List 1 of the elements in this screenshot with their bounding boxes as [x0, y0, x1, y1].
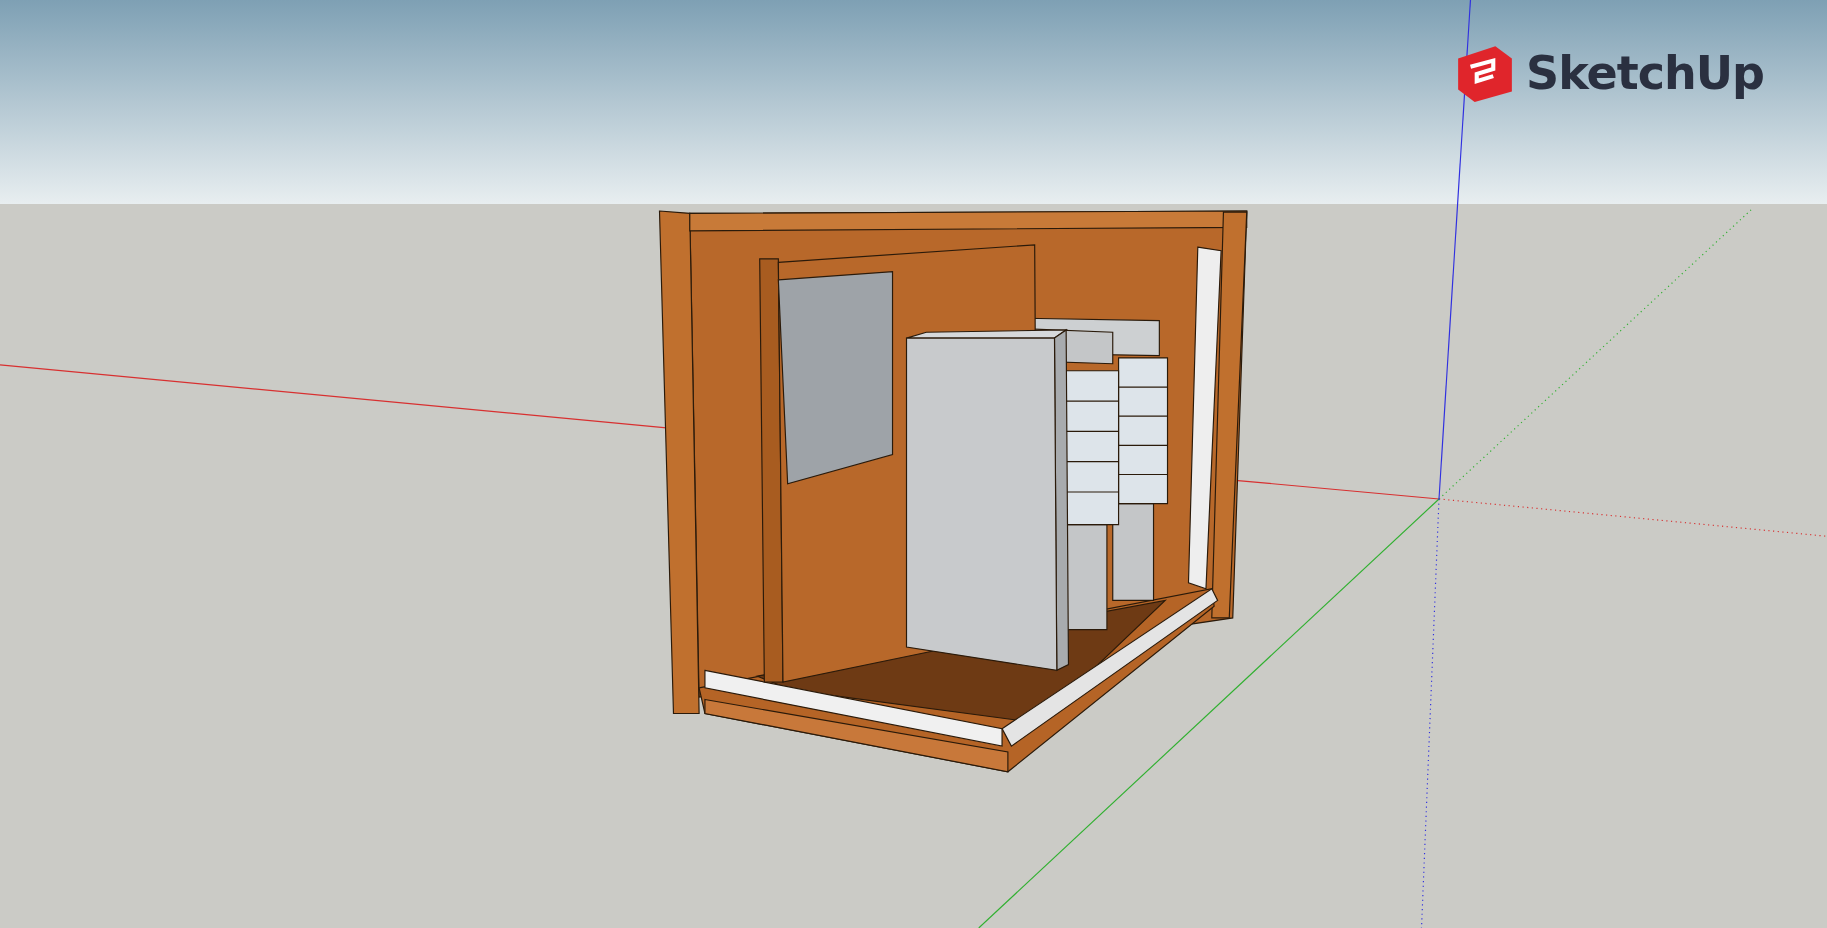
logo-text: SketchUp	[1526, 46, 1764, 100]
